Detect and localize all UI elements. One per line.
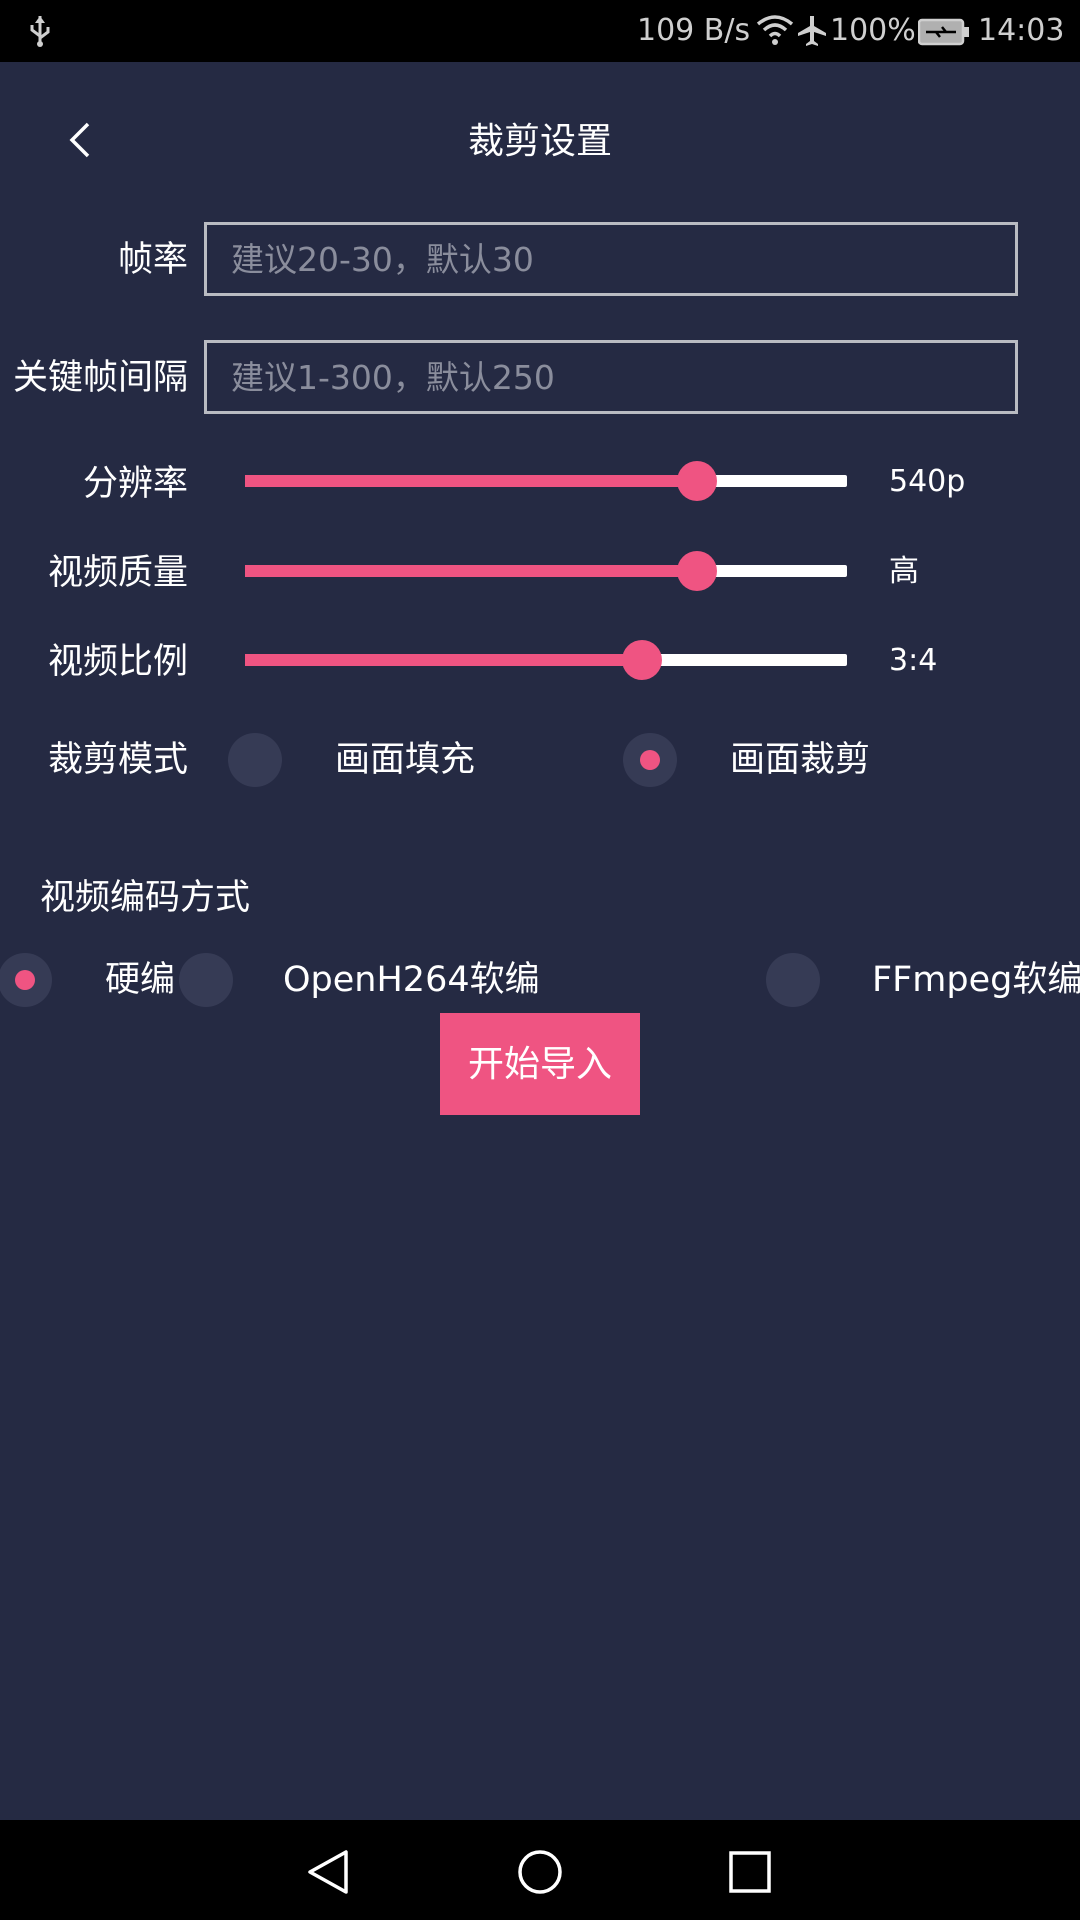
page-title: 裁剪设置 xyxy=(467,121,612,162)
battery-percent: 100% xyxy=(830,13,916,48)
video-quality-slider-fill xyxy=(245,565,697,577)
airplane-icon xyxy=(798,16,826,46)
usb-icon xyxy=(30,16,50,47)
resolution-value: 540p xyxy=(889,464,966,499)
aspect-ratio-value: 3:4 xyxy=(889,643,938,678)
aspect-ratio-slider-fill xyxy=(245,654,643,666)
radio-ffmpeg-encode[interactable] xyxy=(766,953,820,1007)
clock: 14:03 xyxy=(978,13,1065,48)
battery-charging-icon xyxy=(918,18,969,46)
crop-mode-label: 裁剪模式 xyxy=(47,740,188,780)
frame-rate-label: 帧率 xyxy=(117,240,188,280)
video-quality-slider[interactable] xyxy=(245,565,847,577)
resolution-slider[interactable] xyxy=(245,475,847,487)
net-speed: 109 B/s xyxy=(637,13,751,48)
video-quality-slider-thumb[interactable] xyxy=(676,551,717,591)
nav-recents-icon[interactable] xyxy=(728,1850,772,1894)
aspect-ratio-slider[interactable] xyxy=(245,654,847,666)
nav-back-icon[interactable] xyxy=(306,1848,350,1896)
encoding-label: 视频编码方式 xyxy=(40,878,251,918)
hardware-encode-label[interactable]: 硬编 xyxy=(105,956,175,1004)
navigation-bar xyxy=(0,1820,1080,1920)
radio-crop-mode[interactable] xyxy=(623,733,677,787)
crop-mode-option-label[interactable]: 画面裁剪 xyxy=(730,736,870,784)
keyframe-interval-input[interactable] xyxy=(204,340,1018,414)
resolution-label: 分辨率 xyxy=(82,464,188,504)
video-quality-label: 视频质量 xyxy=(47,553,188,593)
resolution-slider-fill xyxy=(245,475,697,487)
fill-mode-label[interactable]: 画面填充 xyxy=(335,736,475,784)
start-import-button[interactable]: 开始导入 xyxy=(440,1013,640,1115)
wifi-icon xyxy=(756,15,794,45)
resolution-slider-thumb[interactable] xyxy=(676,461,717,501)
status-bar: 109 B/s 100% 14:03 xyxy=(0,0,1080,62)
aspect-ratio-label: 视频比例 xyxy=(47,642,188,682)
radio-openh264-encode[interactable] xyxy=(179,953,233,1007)
aspect-ratio-slider-thumb[interactable] xyxy=(622,640,663,680)
openh264-encode-label[interactable]: OpenH264软编 xyxy=(283,956,540,1004)
video-quality-value: 高 xyxy=(889,554,919,589)
radio-dot xyxy=(640,750,660,770)
frame-rate-input[interactable] xyxy=(204,222,1018,296)
ffmpeg-encode-label[interactable]: FFmpeg软编 xyxy=(872,956,1080,1004)
nav-home-icon[interactable] xyxy=(517,1849,563,1895)
radio-fill-mode[interactable] xyxy=(228,733,282,787)
keyframe-interval-label: 关键帧间隔 xyxy=(12,358,188,398)
radio-dot xyxy=(15,970,35,990)
radio-hardware-encode[interactable] xyxy=(0,953,52,1007)
